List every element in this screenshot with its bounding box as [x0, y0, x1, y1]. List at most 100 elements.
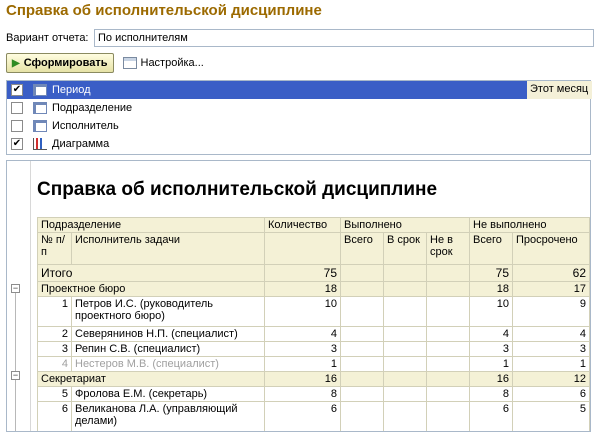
totals-row: Итого 75 75 62: [37, 264, 590, 282]
totals-cell: [383, 264, 427, 282]
group-cell: [383, 281, 427, 297]
header-count: Количество: [264, 217, 341, 233]
row-cell: [426, 386, 470, 402]
header-not-done: Не выполнено: [469, 217, 590, 233]
param-value-period[interactable]: Этот месяц: [527, 81, 592, 99]
table-row[interactable]: 6 Великанова Л.А. (управляющий делами) 6…: [37, 401, 590, 431]
row-cell: [426, 326, 470, 342]
report-variant-field[interactable]: По исполнителям: [94, 29, 594, 47]
header-done-total: Всего: [340, 232, 384, 265]
report-form-title: Справка об исполнительской дисциплине: [6, 2, 322, 19]
row-count: 8: [264, 386, 341, 402]
table-header-row: Подразделение Количество Выполнено Не вы…: [37, 217, 590, 233]
header-count-empty: [264, 232, 341, 265]
row-cell: [383, 326, 427, 342]
table-row[interactable]: 1 Петров И.С. (руководитель проектного б…: [37, 296, 590, 327]
row-cell: [340, 401, 384, 431]
row-not-done: 10: [469, 296, 513, 327]
row-cell: [340, 356, 384, 372]
report-table: Подразделение Количество Выполнено Не вы…: [37, 217, 590, 431]
row-overdue: 1: [512, 356, 590, 372]
totals-cell: [426, 264, 470, 282]
row-executor: Петров И.С. (руководитель проектного бюр…: [71, 296, 265, 327]
totals-count: 75: [264, 264, 341, 282]
row-count: 1: [264, 356, 341, 372]
table-row[interactable]: 4 Нестеров М.В. (специалист) 1 1 1: [37, 356, 590, 372]
table-row[interactable]: 5 Фролова Е.М. (секретарь) 8 8 6: [37, 386, 590, 402]
table-icon: [33, 102, 47, 114]
chart-icon: [33, 138, 47, 150]
table-icon: [33, 120, 47, 132]
group-row[interactable]: Секретариат 16 16 12: [37, 371, 590, 387]
play-icon: ▶: [12, 57, 20, 69]
row-cell: [383, 341, 427, 357]
totals-not-done: 75: [469, 264, 513, 282]
row-overdue: 4: [512, 326, 590, 342]
row-num: 1: [37, 296, 72, 327]
group-cell: [426, 281, 470, 297]
settings-button[interactable]: Настройка...: [120, 53, 207, 73]
header-not-done-total: Всего: [469, 232, 513, 265]
collapse-group-icon[interactable]: −: [11, 371, 20, 380]
row-executor: Фролова Е.М. (секретарь): [71, 386, 265, 402]
param-checkbox-department[interactable]: [11, 102, 23, 114]
report-title: Справка об исполнительской дисциплине: [37, 179, 438, 200]
param-checkbox-executor[interactable]: [11, 120, 23, 132]
param-row-executor[interactable]: Исполнитель: [7, 117, 590, 135]
group-cell: [426, 371, 470, 387]
group-name: Проектное бюро: [37, 281, 265, 297]
row-overdue: 5: [512, 401, 590, 431]
row-count: 3: [264, 341, 341, 357]
group-not-done: 16: [469, 371, 513, 387]
group-cell: [383, 371, 427, 387]
report-parameters-list: ✔ Период Этот месяц Подразделение Исполн…: [6, 80, 592, 155]
param-label-chart: Диаграмма: [52, 138, 110, 150]
settings-button-label: Настройка...: [140, 57, 204, 69]
param-checkbox-period[interactable]: ✔: [11, 84, 23, 96]
table-row[interactable]: 3 Репин С.В. (специалист) 3 3 3: [37, 341, 590, 357]
row-cell: [426, 296, 470, 327]
row-executor: Великанова Л.А. (управляющий делами): [71, 401, 265, 431]
tree-line: [15, 379, 16, 431]
param-label-department: Подразделение: [52, 102, 133, 114]
row-cell: [340, 326, 384, 342]
tree-line: [15, 293, 16, 373]
param-row-chart[interactable]: ✔ Диаграмма: [7, 135, 590, 153]
group-overdue: 12: [512, 371, 590, 387]
table-subheader-row: № п/п Исполнитель задачи Всего В срок Не…: [37, 232, 590, 265]
row-overdue: 9: [512, 296, 590, 327]
row-count: 6: [264, 401, 341, 431]
row-cell: [426, 356, 470, 372]
group-count: 16: [264, 371, 341, 387]
row-num: 4: [37, 356, 72, 372]
param-row-department[interactable]: Подразделение: [7, 99, 590, 117]
row-overdue: 6: [512, 386, 590, 402]
totals-cell: [340, 264, 384, 282]
row-cell: [340, 296, 384, 327]
table-row[interactable]: 2 Северянинов Н.П. (специалист) 4 4 4: [37, 326, 590, 342]
report-variant-label: Вариант отчета:: [6, 32, 89, 44]
param-label-period: Период: [52, 84, 91, 96]
param-label-executor: Исполнитель: [52, 120, 119, 132]
row-not-done: 6: [469, 401, 513, 431]
header-num: № п/п: [37, 232, 72, 265]
group-not-done: 18: [469, 281, 513, 297]
group-row[interactable]: Проектное бюро 18 18 17: [37, 281, 590, 297]
header-executor: Исполнитель задачи: [71, 232, 265, 265]
generate-button-label: Сформировать: [23, 57, 108, 69]
row-cell: [426, 341, 470, 357]
header-department: Подразделение: [37, 217, 265, 233]
header-late: Не в срок: [426, 232, 470, 265]
generate-button[interactable]: ▶ Сформировать: [6, 53, 114, 73]
group-cell: [340, 371, 384, 387]
row-cell: [383, 296, 427, 327]
grouping-gutter: − −: [7, 161, 31, 431]
report-document[interactable]: − − Справка об исполнительской дисциплин…: [6, 160, 591, 432]
settings-icon: [122, 57, 137, 69]
collapse-group-icon[interactable]: −: [11, 284, 20, 293]
row-count: 4: [264, 326, 341, 342]
param-row-period[interactable]: ✔ Период Этот месяц: [7, 81, 592, 99]
row-not-done: 3: [469, 341, 513, 357]
param-checkbox-chart[interactable]: ✔: [11, 138, 23, 150]
header-done: Выполнено: [340, 217, 470, 233]
